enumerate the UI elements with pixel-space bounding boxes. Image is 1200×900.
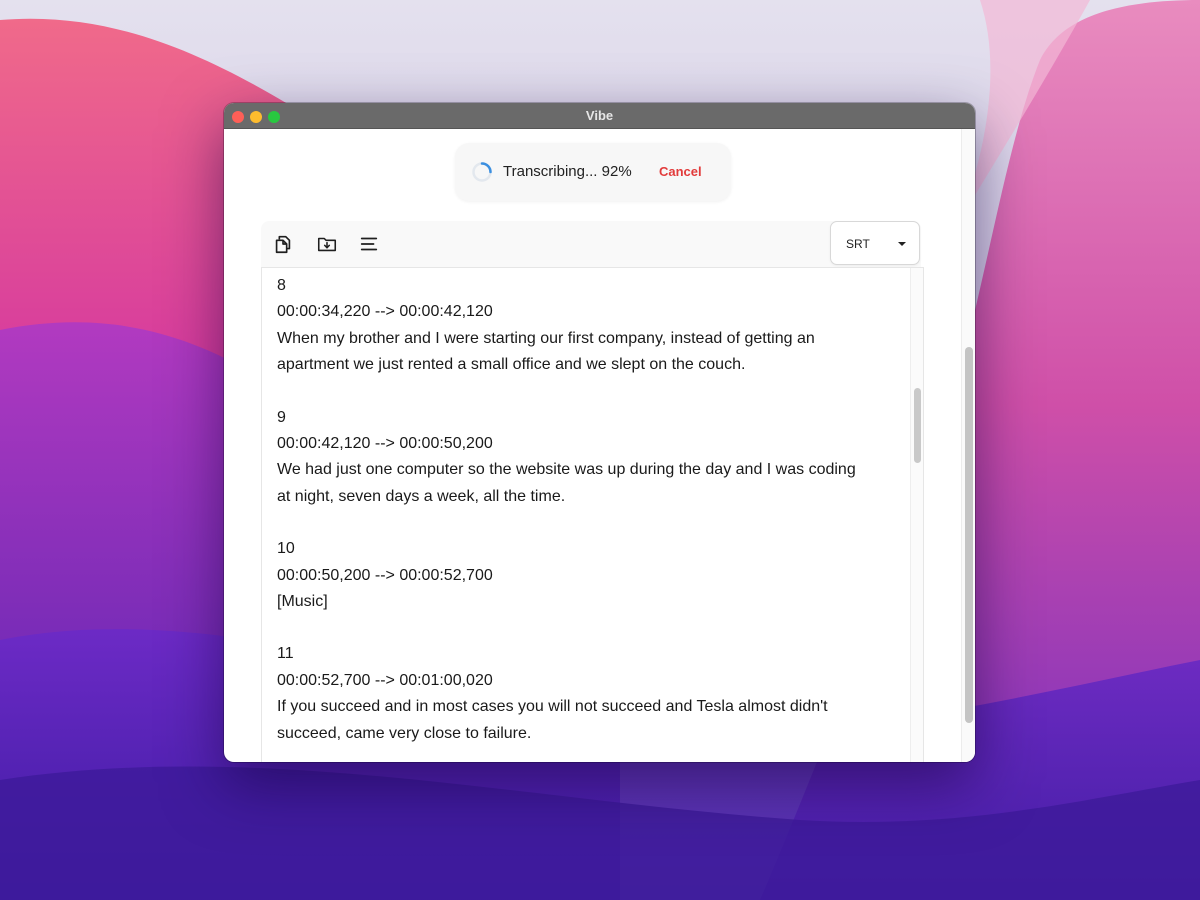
segment-timing: 00:00:52,700 --> 00:01:00,020 <box>277 671 493 689</box>
format-select[interactable]: SRT <box>830 221 920 265</box>
segment-text-line: When my brother and I were starting our … <box>277 329 815 347</box>
window-scroll-thumb[interactable] <box>965 347 973 723</box>
transcript-content: 8 00:00:34,220 --> 00:00:42,120 When my … <box>277 273 895 762</box>
window-scrollbar[interactable] <box>961 129 975 762</box>
transcript-scroll-thumb[interactable] <box>914 388 921 463</box>
segment-text-line: We had just one computer so the website … <box>277 461 856 479</box>
segment-index: 10 <box>277 540 295 558</box>
title-bar[interactable]: Vibe <box>224 103 975 129</box>
segment-text-line: at night, seven days a week, all the tim… <box>277 487 566 505</box>
format-selected-value: SRT <box>846 237 870 251</box>
loading-spinner-icon <box>472 162 492 182</box>
text-format-button[interactable] <box>356 231 382 257</box>
segment-index: 9 <box>277 408 286 426</box>
transcript-scrollbar[interactable] <box>910 268 923 762</box>
subtitle-segment: 8 00:00:34,220 --> 00:00:42,120 When my … <box>277 273 895 379</box>
segment-index: 11 <box>277 645 294 663</box>
copy-icon <box>275 235 291 254</box>
subtitle-segment: 11 00:00:52,700 --> 00:01:00,020 If you … <box>277 641 895 747</box>
segment-text-line: apartment we just rented a small office … <box>277 356 746 374</box>
segment-timing: 00:00:34,220 --> 00:00:42,120 <box>277 303 493 321</box>
segment-timing: 00:00:42,120 --> 00:00:50,200 <box>277 435 493 453</box>
transcription-progress: Transcribing... 92% Cancel <box>455 143 731 201</box>
progress-label: Transcribing... 92% <box>503 163 632 180</box>
segment-index: 8 <box>277 277 286 294</box>
save-to-folder-button[interactable] <box>314 231 340 257</box>
transcript-toolbar: SRT <box>261 221 921 267</box>
segment-timing: 00:00:50,200 --> 00:00:52,700 <box>277 566 493 584</box>
window-title: Vibe <box>585 108 614 123</box>
subtitle-segment: 10 00:00:50,200 --> 00:00:52,700 [Music] <box>277 536 895 615</box>
app-window: Vibe Transcribing... 92% Cancel SRT 8 00… <box>224 103 975 762</box>
text-align-icon <box>360 237 378 251</box>
transcript-view[interactable]: 8 00:00:34,220 --> 00:00:42,120 When my … <box>261 267 924 762</box>
chevron-down-icon <box>898 242 906 246</box>
copy-button[interactable] <box>270 231 296 257</box>
segment-text-line: succeed, came very close to failure. <box>277 724 532 742</box>
segment-text-line: [Music] <box>277 593 328 611</box>
subtitle-segment: 9 00:00:42,120 --> 00:00:50,200 We had j… <box>277 405 895 511</box>
segment-text-line: If you succeed and in most cases you wil… <box>277 698 828 716</box>
cancel-button[interactable]: Cancel <box>659 164 702 179</box>
download-folder-icon <box>317 237 337 252</box>
